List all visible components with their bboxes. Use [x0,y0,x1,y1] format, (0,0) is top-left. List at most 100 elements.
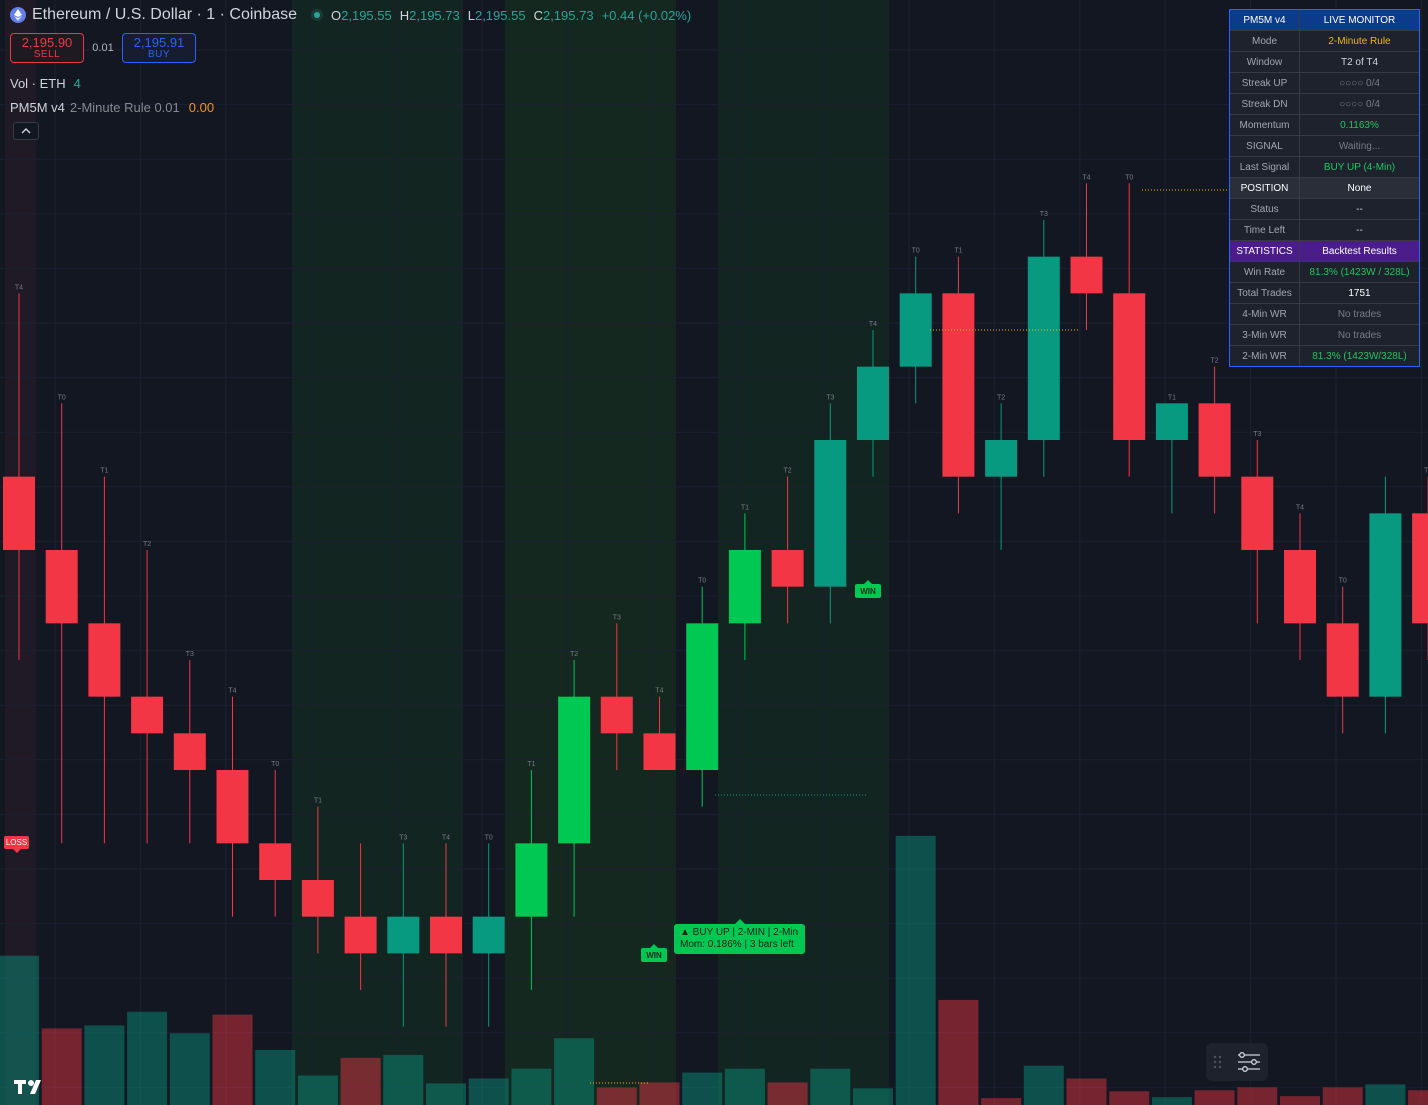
volume-bar [511,1068,552,1105]
bar-label: T2 [1211,358,1219,365]
volume-bar [1109,1091,1150,1105]
volume-bar [1408,1090,1428,1105]
monitor-row-time-left: Time Left -- [1230,220,1419,241]
monitor-row-total-trades: Total Trades 1751 [1230,283,1419,304]
volume-bar [1151,1097,1192,1105]
bar-label: T0 [271,761,279,768]
signal-label: ▲ BUY UP | 2-MIN | 2-Min Mom: 0.186% | 3… [674,919,805,954]
bar-label: T0 [485,834,493,841]
candle-body [728,550,761,624]
volume-value: 4 [73,76,81,91]
indicator-legend[interactable]: PM5M v4 2-Minute Rule 0.01 0.00 [10,100,214,115]
bar-label: T3 [1040,211,1048,218]
monitor-row-window: Window T2 of T4 [1230,52,1419,73]
monitor-row-mode: Mode 2-Minute Rule [1230,31,1419,52]
monitor-row-3min-wr: 3-Min WR No trades [1230,325,1419,346]
volume-bar [212,1014,253,1105]
volume-bar [554,1038,595,1105]
bar-label: T3 [186,651,194,658]
volume-bar [853,1088,893,1105]
drag-handle-icon[interactable] [1213,1055,1223,1069]
monitor-row-last-signal: Last Signal BUY UP (4-Min) [1230,157,1419,178]
volume-bar [1237,1087,1278,1105]
buy-button[interactable]: 2,195.91 BUY [122,33,196,63]
monitor-row-win-rate: Win Rate 81.3% (1423W / 328L) [1230,262,1419,283]
volume-bar [810,1068,851,1105]
bar-label: T4 [442,834,450,841]
volume-bar [426,1083,466,1105]
session-band [505,0,676,1105]
candle-body [472,916,505,954]
candle-body [1412,513,1428,624]
candle-body [131,696,164,734]
monitor-row-signal: SIGNAL Waiting... [1230,136,1419,157]
volume-bar [1023,1065,1064,1105]
win-tag: WIN [641,944,667,962]
chevron-up-icon [21,128,31,134]
open-value: 2,195.55 [341,7,392,23]
market-open-icon [311,9,323,21]
monitor-row-4min-wr: 4-Min WR No trades [1230,304,1419,325]
volume-bar [682,1072,723,1105]
monitor-row-momentum: Momentum 0.1163% [1230,115,1419,136]
change-value: +0.44 (+0.02%) [601,7,692,23]
candle-body [771,550,804,587]
volume-bar [639,1082,680,1105]
candle-body [45,550,78,624]
bar-label: T3 [826,394,834,401]
high-value: 2,195.73 [409,7,460,23]
volume-bar [340,1057,381,1105]
volume-bar [255,1050,296,1105]
bar-label: T0 [698,578,706,585]
candle-body [814,440,847,587]
volume-bar [981,1098,1022,1105]
candle-body [301,880,334,917]
candle-body [857,366,889,440]
candle-body [558,696,591,844]
candle-body [600,696,633,734]
candle-body [1369,513,1402,697]
loss-tag: LOSS [4,836,29,853]
symbol-legend[interactable]: Ethereum / U.S. Dollar · 1 · Coinbase O2… [10,6,691,24]
volume-bar [297,1075,338,1105]
sell-button[interactable]: 2,195.90 SELL [10,33,84,63]
candle-body [1113,293,1146,440]
bar-label: T0 [1125,174,1133,181]
volume-legend[interactable]: Vol · ETH 4 [10,76,81,91]
session-band [5,0,36,1105]
volume-bar [724,1068,765,1105]
candle-body [173,733,206,770]
bar-label: T3 [1253,431,1261,438]
volume-bar [1322,1087,1363,1105]
bar-label: T2 [784,468,792,475]
bar-label: T4 [228,688,236,695]
bar-label: T0 [912,248,920,255]
spread-value: 0.01 [92,42,114,54]
candle-body [3,476,35,550]
chart-settings-button[interactable] [1206,1043,1268,1081]
candle-body [1326,623,1359,697]
candle-body [686,623,719,770]
volume-bar [767,1082,808,1105]
volume-bar [938,999,979,1105]
volume-bar [596,1087,637,1105]
close-value: 2,195.73 [542,7,594,23]
bar-label: T0 [58,394,66,401]
bar-label: T3 [399,834,407,841]
volume-bar [1280,1096,1320,1105]
collapse-legend-button[interactable] [13,122,39,140]
monitor-row-statistics: STATISTICS Backtest Results [1230,241,1419,262]
tradingview-logo[interactable] [14,1076,48,1096]
monitor-header: PM5M v4 LIVE MONITOR [1230,10,1419,31]
volume-bar [127,1011,168,1105]
bar-label: T4 [1296,504,1304,511]
candle-body [387,916,420,954]
volume-bar [169,1033,210,1105]
live-monitor-table: PM5M v4 LIVE MONITOR Mode 2-Minute Rule W… [1229,9,1420,367]
candle-body [1155,403,1188,440]
candle-body [643,733,676,770]
bar-label: T2 [1424,468,1428,475]
candle-body [88,623,121,697]
symbol-title[interactable]: Ethereum / U.S. Dollar · 1 · Coinbase [32,6,297,24]
volume-bar [383,1054,424,1105]
